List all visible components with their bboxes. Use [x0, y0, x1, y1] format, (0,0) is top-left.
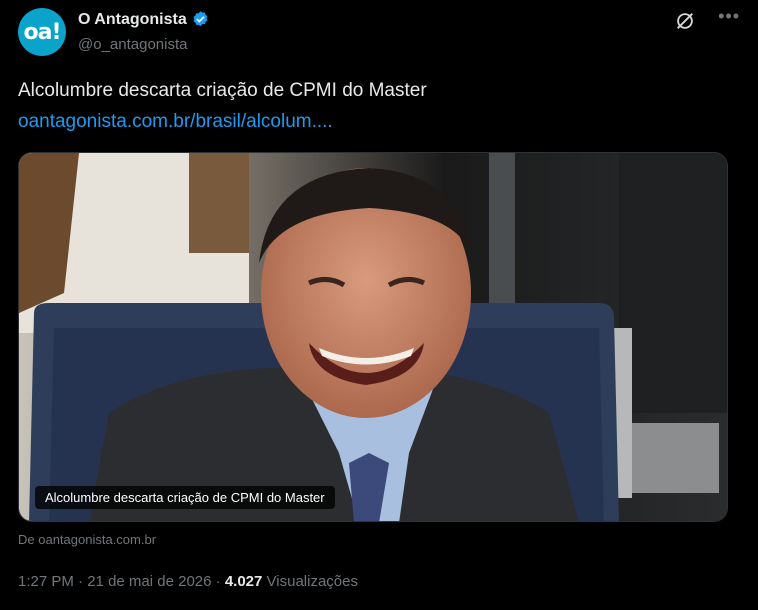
avatar-logo-text: oa! — [23, 19, 62, 45]
grok-icon[interactable] — [674, 10, 696, 32]
avatar[interactable]: oa! — [18, 8, 66, 56]
post-time[interactable]: 1:27 PM — [18, 573, 74, 590]
views-label: Visualizações — [262, 573, 358, 590]
link-source[interactable]: De oantagonista.com.br — [18, 532, 156, 547]
handle[interactable]: @o_antagonista — [78, 36, 187, 53]
name-row: O Antagonista — [78, 10, 210, 29]
views-count: 4.027 — [224, 573, 263, 590]
meta-separator: · — [211, 573, 225, 590]
post-text: Alcolumbre descarta criação de CPMI do M… — [18, 80, 427, 101]
link-card-image[interactable]: Alcolumbre descarta criação de CPMI do M… — [18, 152, 728, 522]
verified-badge-icon — [193, 11, 208, 27]
image-caption: Alcolumbre descarta criação de CPMI do M… — [35, 486, 335, 509]
more-icon[interactable]: ••• — [718, 6, 740, 27]
post-header: oa! O Antagonista @o_antagonista ••• — [18, 6, 740, 58]
photo — [19, 153, 727, 521]
meta-separator: · — [73, 573, 88, 590]
post-meta: 1:27 PM · 21 de mai de 2026 · 4.027 Visu… — [18, 573, 358, 590]
display-name[interactable]: O Antagonista — [78, 11, 187, 29]
post-date[interactable]: 21 de mai de 2026 — [87, 573, 211, 590]
post-link[interactable]: oantagonista.com.br/brasil/alcolum.... — [18, 111, 333, 133]
